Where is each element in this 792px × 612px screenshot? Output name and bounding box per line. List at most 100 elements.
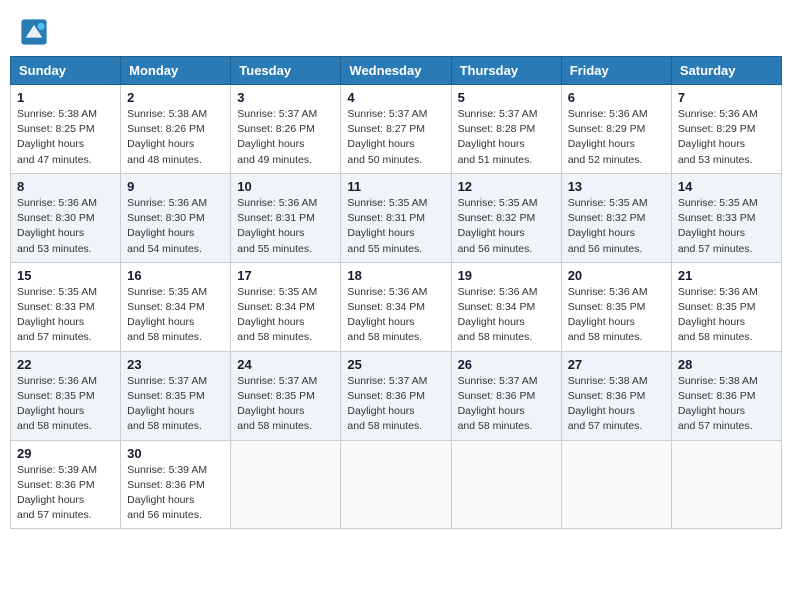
day-info: Sunrise: 5:37 AM Sunset: 8:35 PM Dayligh… [237,374,334,435]
calendar-cell: 18 Sunrise: 5:36 AM Sunset: 8:34 PM Dayl… [341,262,451,351]
day-number: 21 [678,268,775,283]
calendar-cell: 27 Sunrise: 5:38 AM Sunset: 8:36 PM Dayl… [561,351,671,440]
day-number: 4 [347,90,444,105]
day-info: Sunrise: 5:38 AM Sunset: 8:36 PM Dayligh… [568,374,665,435]
day-number: 5 [458,90,555,105]
day-info: Sunrise: 5:37 AM Sunset: 8:35 PM Dayligh… [127,374,224,435]
day-info: Sunrise: 5:35 AM Sunset: 8:34 PM Dayligh… [127,285,224,346]
day-info: Sunrise: 5:35 AM Sunset: 8:31 PM Dayligh… [347,196,444,257]
calendar-cell: 4 Sunrise: 5:37 AM Sunset: 8:27 PM Dayli… [341,85,451,174]
day-info: Sunrise: 5:35 AM Sunset: 8:33 PM Dayligh… [17,285,114,346]
day-number: 2 [127,90,224,105]
calendar-cell: 30 Sunrise: 5:39 AM Sunset: 8:36 PM Dayl… [121,440,231,529]
day-info: Sunrise: 5:36 AM Sunset: 8:29 PM Dayligh… [568,107,665,168]
day-number: 29 [17,446,114,461]
day-number: 16 [127,268,224,283]
calendar-week-row: 29 Sunrise: 5:39 AM Sunset: 8:36 PM Dayl… [11,440,782,529]
day-info: Sunrise: 5:38 AM Sunset: 8:26 PM Dayligh… [127,107,224,168]
calendar-week-row: 8 Sunrise: 5:36 AM Sunset: 8:30 PM Dayli… [11,173,782,262]
calendar-cell: 6 Sunrise: 5:36 AM Sunset: 8:29 PM Dayli… [561,85,671,174]
day-info: Sunrise: 5:36 AM Sunset: 8:35 PM Dayligh… [678,285,775,346]
day-number: 7 [678,90,775,105]
day-info: Sunrise: 5:35 AM Sunset: 8:34 PM Dayligh… [237,285,334,346]
calendar-cell: 2 Sunrise: 5:38 AM Sunset: 8:26 PM Dayli… [121,85,231,174]
calendar-cell: 9 Sunrise: 5:36 AM Sunset: 8:30 PM Dayli… [121,173,231,262]
calendar-week-row: 1 Sunrise: 5:38 AM Sunset: 8:25 PM Dayli… [11,85,782,174]
day-number: 13 [568,179,665,194]
calendar-week-row: 15 Sunrise: 5:35 AM Sunset: 8:33 PM Dayl… [11,262,782,351]
day-info: Sunrise: 5:36 AM Sunset: 8:35 PM Dayligh… [17,374,114,435]
weekday-header: Tuesday [231,57,341,85]
calendar-cell: 8 Sunrise: 5:36 AM Sunset: 8:30 PM Dayli… [11,173,121,262]
day-number: 22 [17,357,114,372]
day-number: 25 [347,357,444,372]
weekday-header: Thursday [451,57,561,85]
calendar-cell: 29 Sunrise: 5:39 AM Sunset: 8:36 PM Dayl… [11,440,121,529]
day-info: Sunrise: 5:36 AM Sunset: 8:30 PM Dayligh… [127,196,224,257]
day-number: 18 [347,268,444,283]
calendar-cell: 25 Sunrise: 5:37 AM Sunset: 8:36 PM Dayl… [341,351,451,440]
day-info: Sunrise: 5:36 AM Sunset: 8:34 PM Dayligh… [347,285,444,346]
calendar-cell: 20 Sunrise: 5:36 AM Sunset: 8:35 PM Dayl… [561,262,671,351]
day-number: 24 [237,357,334,372]
day-info: Sunrise: 5:36 AM Sunset: 8:31 PM Dayligh… [237,196,334,257]
calendar-cell: 13 Sunrise: 5:35 AM Sunset: 8:32 PM Dayl… [561,173,671,262]
calendar-week-row: 22 Sunrise: 5:36 AM Sunset: 8:35 PM Dayl… [11,351,782,440]
day-number: 10 [237,179,334,194]
day-number: 17 [237,268,334,283]
calendar-cell: 11 Sunrise: 5:35 AM Sunset: 8:31 PM Dayl… [341,173,451,262]
calendar-cell [231,440,341,529]
day-info: Sunrise: 5:35 AM Sunset: 8:32 PM Dayligh… [458,196,555,257]
day-info: Sunrise: 5:35 AM Sunset: 8:33 PM Dayligh… [678,196,775,257]
day-info: Sunrise: 5:37 AM Sunset: 8:36 PM Dayligh… [458,374,555,435]
day-number: 23 [127,357,224,372]
day-number: 9 [127,179,224,194]
day-info: Sunrise: 5:37 AM Sunset: 8:36 PM Dayligh… [347,374,444,435]
day-info: Sunrise: 5:35 AM Sunset: 8:32 PM Dayligh… [568,196,665,257]
day-number: 3 [237,90,334,105]
calendar-cell: 26 Sunrise: 5:37 AM Sunset: 8:36 PM Dayl… [451,351,561,440]
weekday-header: Sunday [11,57,121,85]
calendar-cell: 3 Sunrise: 5:37 AM Sunset: 8:26 PM Dayli… [231,85,341,174]
day-number: 27 [568,357,665,372]
day-number: 28 [678,357,775,372]
day-info: Sunrise: 5:36 AM Sunset: 8:34 PM Dayligh… [458,285,555,346]
day-number: 15 [17,268,114,283]
calendar-cell: 16 Sunrise: 5:35 AM Sunset: 8:34 PM Dayl… [121,262,231,351]
day-info: Sunrise: 5:37 AM Sunset: 8:28 PM Dayligh… [458,107,555,168]
day-number: 8 [17,179,114,194]
calendar-cell: 7 Sunrise: 5:36 AM Sunset: 8:29 PM Dayli… [671,85,781,174]
calendar-cell: 22 Sunrise: 5:36 AM Sunset: 8:35 PM Dayl… [11,351,121,440]
day-info: Sunrise: 5:38 AM Sunset: 8:36 PM Dayligh… [678,374,775,435]
day-info: Sunrise: 5:39 AM Sunset: 8:36 PM Dayligh… [127,463,224,524]
calendar-cell: 28 Sunrise: 5:38 AM Sunset: 8:36 PM Dayl… [671,351,781,440]
calendar-cell: 14 Sunrise: 5:35 AM Sunset: 8:33 PM Dayl… [671,173,781,262]
day-info: Sunrise: 5:37 AM Sunset: 8:27 PM Dayligh… [347,107,444,168]
weekday-header-row: SundayMondayTuesdayWednesdayThursdayFrid… [11,57,782,85]
weekday-header: Monday [121,57,231,85]
day-number: 6 [568,90,665,105]
calendar-cell: 15 Sunrise: 5:35 AM Sunset: 8:33 PM Dayl… [11,262,121,351]
calendar-cell: 17 Sunrise: 5:35 AM Sunset: 8:34 PM Dayl… [231,262,341,351]
calendar-cell [451,440,561,529]
day-number: 11 [347,179,444,194]
day-number: 30 [127,446,224,461]
calendar-cell [561,440,671,529]
calendar-cell: 23 Sunrise: 5:37 AM Sunset: 8:35 PM Dayl… [121,351,231,440]
day-info: Sunrise: 5:36 AM Sunset: 8:35 PM Dayligh… [568,285,665,346]
day-number: 14 [678,179,775,194]
day-number: 20 [568,268,665,283]
logo [20,18,50,46]
day-info: Sunrise: 5:36 AM Sunset: 8:29 PM Dayligh… [678,107,775,168]
calendar-cell: 10 Sunrise: 5:36 AM Sunset: 8:31 PM Dayl… [231,173,341,262]
calendar-cell: 24 Sunrise: 5:37 AM Sunset: 8:35 PM Dayl… [231,351,341,440]
calendar-cell: 19 Sunrise: 5:36 AM Sunset: 8:34 PM Dayl… [451,262,561,351]
day-number: 26 [458,357,555,372]
logo-icon [20,18,48,46]
weekday-header: Friday [561,57,671,85]
calendar-cell: 5 Sunrise: 5:37 AM Sunset: 8:28 PM Dayli… [451,85,561,174]
page-header [10,10,782,50]
day-info: Sunrise: 5:37 AM Sunset: 8:26 PM Dayligh… [237,107,334,168]
calendar-table: SundayMondayTuesdayWednesdayThursdayFrid… [10,56,782,529]
weekday-header: Wednesday [341,57,451,85]
